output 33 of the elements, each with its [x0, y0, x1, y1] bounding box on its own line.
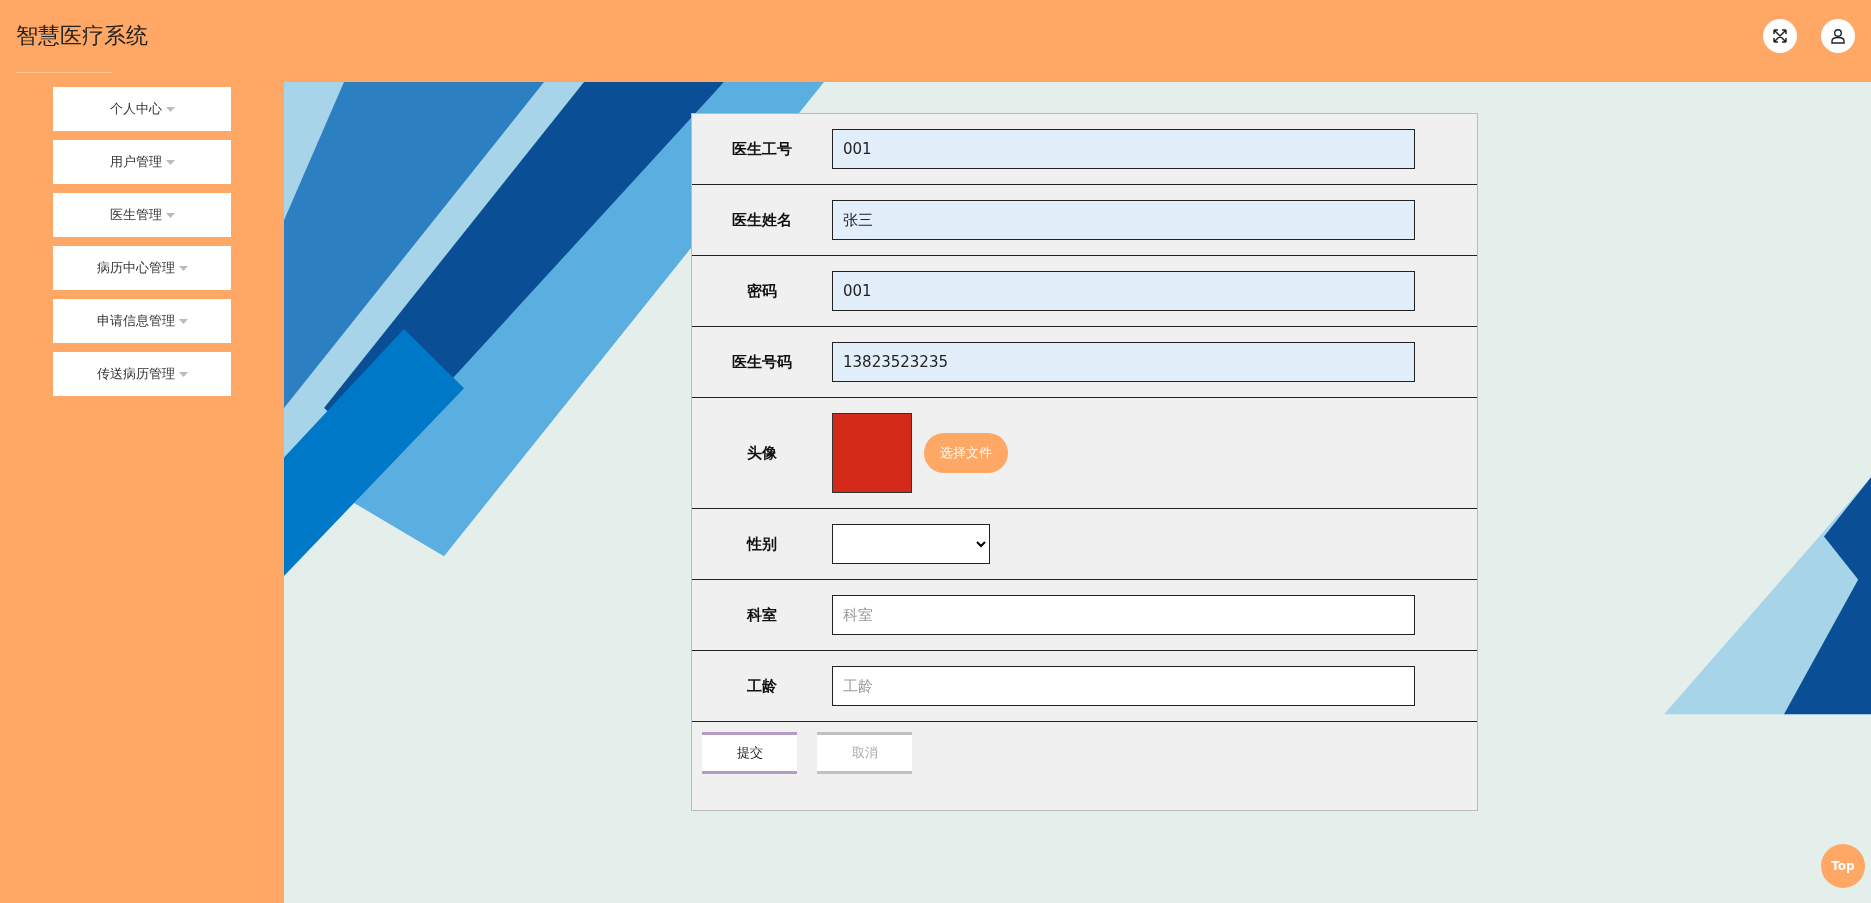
select-field[interactable]	[832, 524, 990, 564]
sidebar-item[interactable]: 用户管理	[53, 140, 231, 184]
input-field[interactable]: 张三	[832, 200, 1415, 240]
caret-icon	[178, 265, 188, 271]
field-label: 医生姓名	[731, 210, 793, 230]
sidebar-item[interactable]: 申请信息管理	[53, 299, 231, 343]
input-field[interactable]: 001	[832, 129, 1415, 169]
caret-icon	[178, 371, 188, 377]
sidebar-item[interactable]: 个人中心	[53, 87, 231, 131]
expand-icon	[1772, 28, 1788, 44]
field-label: 医生号码	[731, 352, 793, 372]
field-label: 密码	[746, 281, 778, 301]
field-label: 性别	[745, 534, 778, 554]
input-field[interactable]: 科室	[832, 595, 1415, 635]
sidebar-item[interactable]: 病历中心管理	[53, 246, 231, 290]
user-button[interactable]	[1821, 19, 1855, 53]
caret-icon	[165, 212, 175, 218]
user-icon	[1830, 28, 1846, 44]
field-label: 科室	[745, 605, 778, 625]
sidebar-item[interactable]: 医生管理	[53, 193, 231, 237]
caret-icon	[178, 318, 188, 324]
caret-icon	[165, 159, 175, 165]
field-label: 头像	[746, 443, 778, 463]
submit-button[interactable]: 提交	[702, 732, 797, 774]
field-label: 医生工号	[731, 139, 793, 159]
input-field[interactable]: 001	[832, 271, 1415, 311]
field-label: 工龄	[746, 676, 778, 696]
sidebar-item[interactable]: 传送病历管理	[53, 352, 231, 396]
input-field[interactable]: 工龄	[832, 666, 1415, 706]
app-title: 智慧医疗系统	[16, 22, 149, 50]
caret-icon	[165, 106, 175, 112]
fullscreen-button[interactable]	[1763, 19, 1797, 53]
input-field[interactable]: 13823523235	[832, 342, 1415, 382]
